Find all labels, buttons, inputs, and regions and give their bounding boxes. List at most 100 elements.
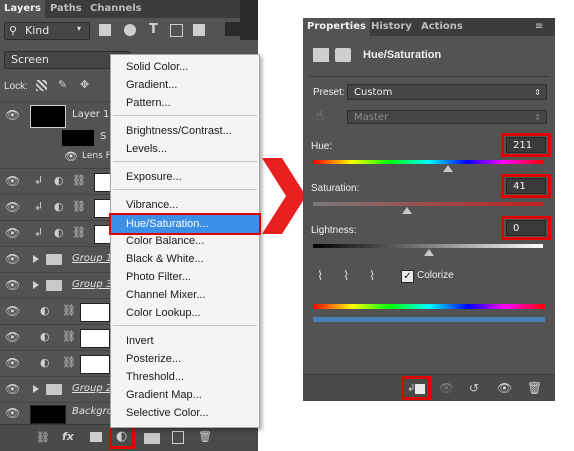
eye-icon[interactable]: 👁	[5, 226, 20, 240]
menu-item-exposure[interactable]: Exposure...	[111, 168, 259, 186]
tab-history[interactable]: History	[367, 18, 416, 36]
layer-name: S	[100, 131, 107, 142]
eye-icon[interactable]: 👁	[5, 330, 20, 344]
output-color-bar	[313, 317, 545, 322]
hue-highlight: 211	[501, 133, 551, 157]
saturation-input[interactable]: 41	[506, 178, 546, 194]
folder-icon	[46, 384, 62, 395]
lightness-slider[interactable]	[313, 244, 543, 248]
tab-properties[interactable]: Properties	[303, 18, 370, 36]
eye-icon[interactable]: 👁	[5, 200, 20, 214]
eye-icon[interactable]: 👁	[5, 108, 20, 122]
menu-item-hue-saturation[interactable]: Hue/Saturation...	[109, 213, 261, 235]
hue-input[interactable]: 211	[506, 137, 546, 153]
eyedropper-plus-icon[interactable]: ⌇	[343, 270, 355, 284]
adjustment-layer-icon: ◐	[54, 174, 64, 187]
new-layer-icon[interactable]	[172, 431, 184, 444]
range-select[interactable]: Master ⇕	[347, 110, 547, 124]
menu-separator	[113, 189, 257, 190]
clip-arrow-icon: ↲	[34, 226, 44, 239]
eye-icon[interactable]: 👁	[5, 278, 20, 292]
colorize-label: Colorize	[417, 270, 454, 281]
saturation-slider-thumb[interactable]	[402, 207, 412, 214]
blend-mode-value: Screen	[11, 53, 49, 66]
expand-triangle-icon[interactable]	[33, 255, 39, 263]
menu-item-threshold[interactable]: Threshold...	[111, 368, 259, 386]
menu-item-black-white[interactable]: Black & White...	[111, 250, 259, 268]
chevron-updown-icon: ⇕	[534, 113, 541, 122]
preset-label: Preset:	[313, 87, 345, 98]
eye-icon[interactable]: 👁	[5, 252, 20, 266]
chain-link-icon: ⛓	[72, 226, 86, 239]
hue-slider[interactable]	[313, 160, 543, 164]
colorize-checkbox[interactable]: ✓	[401, 270, 414, 283]
panel-menu-icon[interactable]: ≡	[535, 21, 543, 32]
tab-paths[interactable]: Paths	[46, 0, 86, 18]
fx-icon[interactable]: fx	[62, 430, 74, 444]
menu-item-color-balance[interactable]: Color Balance...	[111, 232, 259, 250]
eyedropper-icon[interactable]: ⌇	[317, 270, 329, 284]
lock-brush-icon[interactable]: ✎	[58, 78, 67, 92]
menu-item-photo-filter[interactable]: Photo Filter...	[111, 268, 259, 286]
visibility-icon[interactable]: 👁	[497, 381, 512, 395]
kind-filter-select[interactable]: ⚲ Kind ▾	[4, 22, 90, 40]
menu-item-levels[interactable]: Levels...	[111, 140, 259, 158]
expand-triangle-icon[interactable]	[33, 385, 39, 393]
tab-layers[interactable]: Layers	[0, 0, 45, 18]
menu-item-posterize[interactable]: Posterize...	[111, 350, 259, 368]
lock-transparent-icon[interactable]	[36, 80, 47, 91]
target-adjustment-icon[interactable]: ☝	[315, 108, 324, 124]
hue-slider-thumb[interactable]	[443, 165, 453, 172]
adjustment-layer-icon: ◐	[40, 330, 50, 343]
menu-item-pattern[interactable]: Pattern...	[111, 94, 259, 112]
folder-icon	[46, 280, 62, 291]
tab-channels[interactable]: Channels	[86, 0, 146, 18]
menu-item-selective-color[interactable]: Selective Color...	[111, 404, 259, 422]
view-previous-icon[interactable]: 👁	[439, 381, 454, 395]
smart-object-filter-icon[interactable]	[193, 24, 205, 36]
saturation-slider[interactable]	[313, 202, 543, 206]
menu-separator	[113, 161, 257, 162]
menu-item-gradient[interactable]: Gradient...	[111, 76, 259, 94]
link-layers-icon[interactable]: ⛓	[36, 431, 50, 445]
new-adjustment-layer-button[interactable]: ◐	[109, 425, 135, 449]
lock-move-icon[interactable]: ✥	[80, 78, 89, 92]
trash-icon[interactable]: 🗑	[198, 430, 212, 444]
menu-item-vibrance[interactable]: Vibrance...	[111, 196, 259, 214]
adjustment-type-icon	[313, 48, 329, 62]
expand-triangle-icon[interactable]	[33, 281, 39, 289]
menu-item-color-lookup[interactable]: Color Lookup...	[111, 304, 259, 322]
filter-toggle-icon[interactable]	[225, 22, 241, 36]
trash-icon[interactable]: 🗑	[527, 381, 542, 395]
lightness-input[interactable]: 0	[506, 220, 546, 236]
eye-icon[interactable]: 👁	[5, 174, 20, 188]
saturation-highlight: 41	[501, 174, 551, 198]
menu-item-brightness-contrast[interactable]: Brightness/Contrast...	[111, 122, 259, 140]
type-filter-icon[interactable]: T	[149, 22, 158, 37]
eye-icon[interactable]: 👁	[5, 356, 20, 370]
add-mask-icon[interactable]	[90, 432, 102, 442]
tab-actions[interactable]: Actions	[417, 18, 467, 36]
new-group-icon[interactable]	[144, 433, 160, 444]
eyedropper-minus-icon[interactable]: ⌇	[369, 270, 381, 284]
adjustment-filter-icon[interactable]	[124, 24, 136, 36]
lock-label: Lock:	[4, 81, 28, 92]
eye-icon[interactable]: 👁	[5, 304, 20, 318]
mask-icon[interactable]	[335, 48, 351, 62]
menu-item-invert[interactable]: Invert	[111, 332, 259, 350]
menu-item-channel-mixer[interactable]: Channel Mixer...	[111, 286, 259, 304]
menu-item-solid-color[interactable]: Solid Color...	[111, 58, 259, 76]
menu-separator	[113, 115, 257, 116]
clip-to-layer-button[interactable]: ↲	[401, 376, 431, 400]
effect-name: Lens F	[82, 151, 111, 161]
menu-item-gradient-map[interactable]: Gradient Map...	[111, 386, 259, 404]
preset-select[interactable]: Custom ⇕	[347, 84, 547, 100]
pixel-filter-icon[interactable]	[99, 24, 111, 36]
reset-icon[interactable]: ↺	[467, 381, 481, 395]
eye-icon[interactable]: 👁	[5, 406, 20, 420]
shape-filter-icon[interactable]	[170, 24, 183, 37]
eye-icon[interactable]: 👁	[64, 150, 78, 163]
lightness-slider-thumb[interactable]	[424, 249, 434, 256]
eye-icon[interactable]: 👁	[5, 382, 20, 396]
range-value: Master	[354, 112, 389, 123]
